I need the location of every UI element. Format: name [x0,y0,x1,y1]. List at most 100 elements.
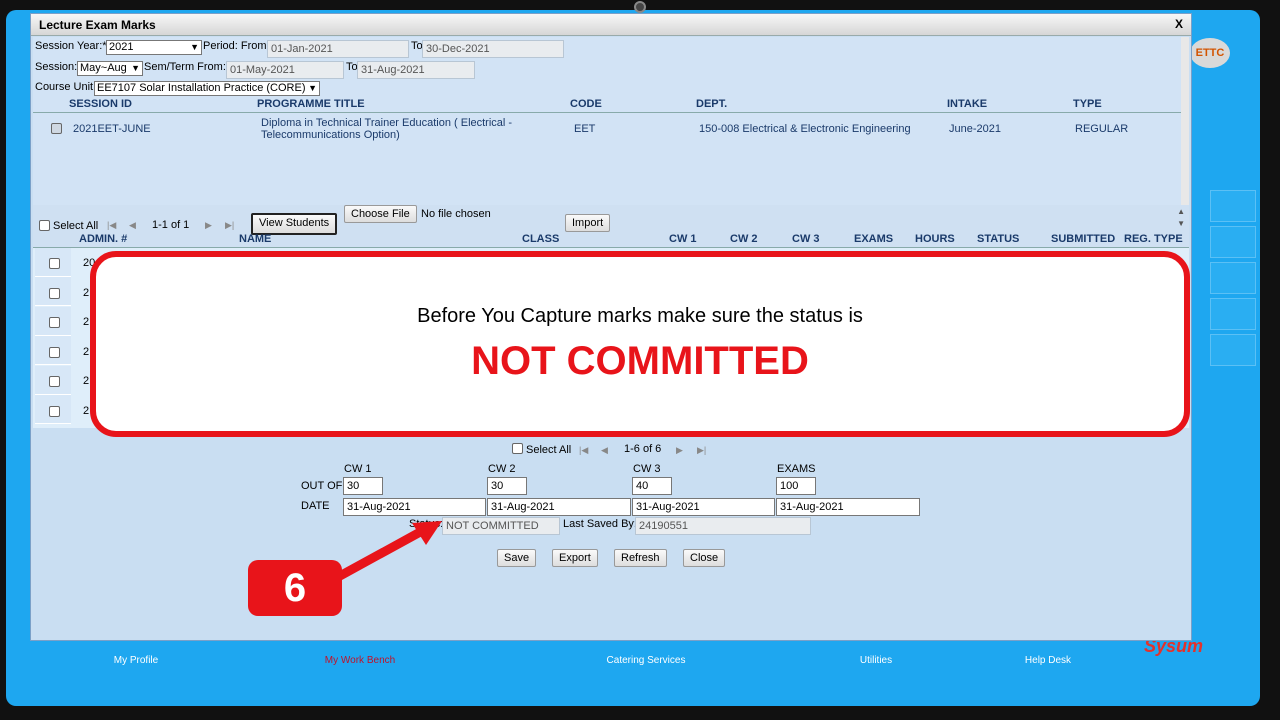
out-of-label: OUT OF [301,480,343,492]
institution-logo: ETTC [1190,38,1230,68]
next-page-icon[interactable]: ▶ [676,445,683,456]
background-tile [1210,226,1256,258]
col-dept: DEPT. [696,98,728,110]
first-page-icon[interactable]: |◀ [579,445,588,456]
col-reg-type: REG. TYPE [1124,233,1183,245]
period-to-label: To [411,40,423,52]
scroll-down-icon[interactable]: ▼ [1177,219,1185,228]
cw3-label: CW 3 [633,463,661,475]
bottom-select-all-label: Select All [526,444,572,456]
col-exams: EXAMS [854,233,894,245]
next-page-icon[interactable]: ▶ [205,220,212,231]
cw3-out-of-input[interactable]: 40 [632,477,672,495]
last-saved-label: Last Saved By: [563,518,637,530]
sem-from-label: Sem/Term From: [144,61,226,73]
refresh-button[interactable]: Refresh [614,549,667,567]
step-badge: 6 [248,560,342,616]
col-cw2: CW 2 [730,233,758,245]
row-checkbox[interactable] [49,288,60,299]
col-code: CODE [570,98,602,110]
period-from-label: Period: From [203,40,267,52]
first-page-icon[interactable]: |◀ [107,220,116,231]
sem-to-label: To [346,61,358,73]
row-admin-no: 2 [83,405,90,417]
chevron-down-icon: ▼ [190,42,199,52]
session-value: May~Aug [80,62,127,74]
sem-from-field: 01-May-2021 [226,61,344,79]
background-tile [1210,334,1256,366]
exams-label: EXAMS [777,463,816,475]
last-page-icon[interactable]: ▶| [225,220,234,231]
cw1-date-input[interactable]: 31-Aug-2021 [343,498,486,516]
programme-title-line2: Telecommunications Option) [261,129,400,141]
cw2-out-of-input[interactable]: 30 [487,477,527,495]
dialog-titlebar: Lecture Exam Marks X [31,14,1191,36]
col-status: STATUS [977,233,1020,245]
course-unit-label: Course Unit [35,81,94,93]
period-to-field: 30-Dec-2021 [422,40,564,58]
col-submitted: SUBMITTED [1051,233,1116,245]
programme-session-id: 2021EET-JUNE [73,123,151,135]
col-cw3: CW 3 [792,233,820,245]
session-select[interactable]: May~Aug ▼ [77,61,143,76]
bottom-pager: 1-6 of 6 [624,443,662,455]
close-icon[interactable]: X [1175,17,1183,31]
session-year-value: 2021 [109,41,134,53]
prev-page-icon[interactable]: ◀ [129,220,136,231]
nav-catering-services[interactable]: Catering Services [586,655,706,666]
sem-to-field: 31-Aug-2021 [357,61,475,79]
col-programme-title: PROGRAMME TITLE [257,98,365,110]
instruction-text: Before You Capture marks make sure the s… [417,305,863,327]
exams-out-of-input[interactable]: 100 [776,477,816,495]
row-checkbox[interactable] [49,317,60,328]
col-hours: HOURS [915,233,955,245]
dialog-title: Lecture Exam Marks [39,18,156,32]
nav-utilities[interactable]: Utilities [816,655,936,666]
nav-my-profile[interactable]: My Profile [76,655,196,666]
programme-intake: June-2021 [949,123,1001,135]
close-button[interactable]: Close [683,549,726,567]
chevron-down-icon: ▼ [131,63,140,73]
nav-my-work-bench[interactable]: My Work Bench [300,655,420,666]
prev-page-icon[interactable]: ◀ [601,445,608,456]
row-checkbox[interactable] [49,406,60,417]
programme-type: REGULAR [1075,123,1129,135]
filter-panel: Session Year:* 2021 ▼ Period: From 01-Jan… [33,37,1189,205]
nav-help-desk[interactable]: Help Desk [988,655,1108,666]
no-file-label: No file chosen [421,208,491,220]
chevron-down-icon: ▼ [308,83,317,93]
row-admin-no: 2 [83,346,90,358]
exams-date-input[interactable]: 31-Aug-2021 [776,498,920,516]
select-all-label: Select All [53,220,99,232]
view-students-button[interactable]: View Students [251,213,338,235]
col-admin-no: ADMIN. # [79,233,128,245]
session-year-select[interactable]: 2021 ▼ [106,40,202,55]
row-admin-no: 2 [83,316,90,328]
col-intake: INTAKE [947,98,988,110]
export-button[interactable]: Export [552,549,598,567]
cw1-out-of-input[interactable]: 30 [343,477,383,495]
save-button[interactable]: Save [497,549,537,567]
cw2-date-input[interactable]: 31-Aug-2021 [487,498,631,516]
bottom-select-all-checkbox[interactable] [512,443,523,454]
course-unit-select[interactable]: EE7107 Solar Installation Practice (CORE… [94,81,320,96]
row-checkbox[interactable] [49,347,60,358]
period-from-field: 01-Jan-2021 [267,40,409,58]
date-label: DATE [301,500,330,512]
background-tile [1210,190,1256,222]
programme-code: EET [574,123,596,135]
scroll-up-icon[interactable]: ▲ [1177,207,1185,216]
row-checkbox[interactable] [49,376,60,387]
col-type: TYPE [1073,98,1102,110]
select-all-checkbox[interactable] [39,220,50,231]
pointer-arrow-icon [333,521,442,582]
programme-row-checkbox[interactable] [51,123,62,134]
choose-file-button[interactable]: Choose File [344,205,417,223]
last-page-icon[interactable]: ▶| [697,445,706,456]
import-button[interactable]: Import [565,214,611,232]
session-year-label: Session Year:* [35,40,107,52]
status-field: NOT COMMITTED [442,517,560,535]
instruction-callout: Before You Capture marks make sure the s… [90,251,1190,437]
cw3-date-input[interactable]: 31-Aug-2021 [632,498,775,516]
row-checkbox[interactable] [49,258,60,269]
